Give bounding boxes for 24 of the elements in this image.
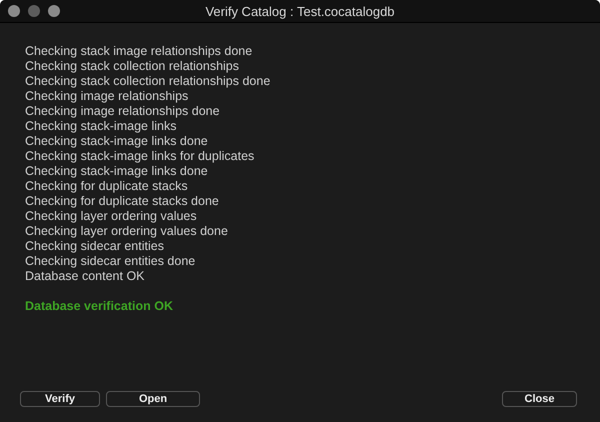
- log-line: Checking layer ordering values: [25, 209, 197, 224]
- close-icon[interactable]: [8, 5, 20, 17]
- log-line: Checking layer ordering values done: [25, 224, 228, 239]
- log-line: Checking for duplicate stacks: [25, 179, 188, 194]
- log-line: Checking stack collection relationships done: [25, 74, 270, 89]
- log-line: Checking image relationships: [25, 89, 188, 104]
- log-line: Checking stack-image links done: [25, 134, 208, 149]
- log-line: Checking sidecar entities done: [25, 254, 196, 269]
- window-title: Verify Catalog : Test.cocatalogdb: [205, 4, 395, 18]
- log-line: Checking for duplicate stacks done: [25, 194, 219, 209]
- result-message: Database verification OK: [25, 299, 173, 314]
- log-line: Checking stack collection relationships: [25, 59, 239, 74]
- zoom-icon[interactable]: [48, 5, 60, 17]
- log-line: Checking image relationships done: [25, 104, 220, 119]
- log-line: Checking sidecar entities: [25, 239, 164, 254]
- minimize-icon[interactable]: [28, 5, 40, 17]
- dialog-button[interactable]: Open: [106, 391, 200, 407]
- dialog-button[interactable]: Verify: [20, 391, 100, 407]
- log-line: Checking stack-image links done: [25, 164, 208, 179]
- log-line: Database content OK: [25, 269, 145, 284]
- log-line: Checking stack-image links: [25, 119, 176, 134]
- log-line: Checking stack image relationships done: [25, 44, 252, 59]
- log-line: Checking stack-image links for duplicates: [25, 149, 254, 164]
- close-button[interactable]: Close: [502, 391, 577, 407]
